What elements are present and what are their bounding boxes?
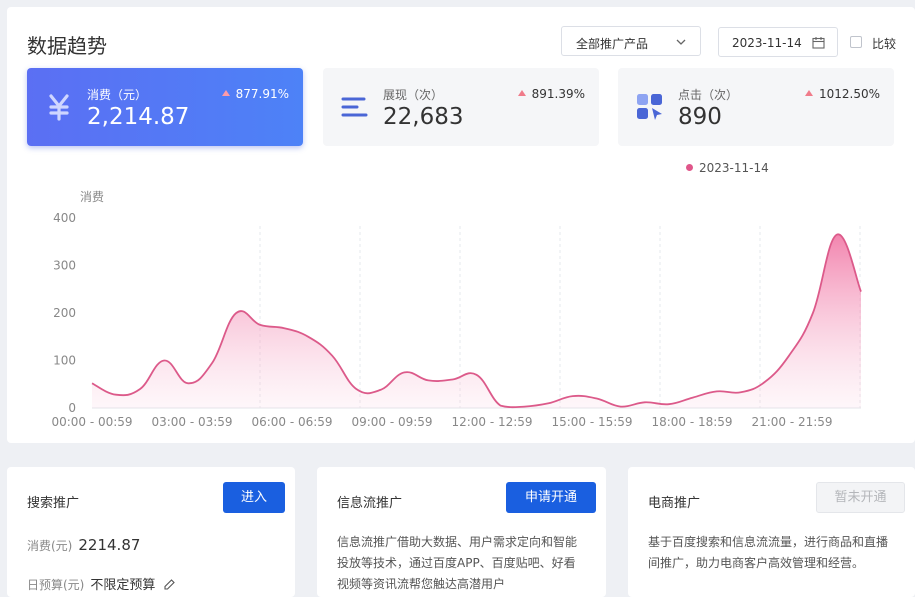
enter-button[interactable]: 进入 <box>223 482 285 513</box>
feed-promo-title: 信息流推广 <box>337 496 403 511</box>
x-tick-label: 18:00 - 18:59 <box>651 415 732 429</box>
x-tick-label: 12:00 - 12:59 <box>451 415 532 429</box>
ecommerce-promo-title: 电商推广 <box>648 496 701 511</box>
x-tick-label: 06:00 - 06:59 <box>251 415 332 429</box>
spend-trend-chart: 消费 0 100 200 300 400 00:00 - 00:59 03:00 - 03:5… <box>51 190 862 429</box>
search-promo-card: 搜索推广 进入 消费(元) 2214.87 日预算(元) 不限定预算 <box>7 467 295 597</box>
x-tick-label: 21:00 - 21:59 <box>751 415 832 429</box>
x-tick-label: 15:00 - 15:59 <box>551 415 632 429</box>
x-tick-label: 03:00 - 03:59 <box>151 415 232 429</box>
x-tick-label: 09:00 - 09:59 <box>351 415 432 429</box>
y-tick-label: 100 <box>53 354 76 368</box>
y-tick-label: 400 <box>53 211 76 225</box>
y-tick-label: 0 <box>68 401 76 415</box>
series-area <box>92 234 861 408</box>
ecommerce-promo-desc: 基于百度搜索和信息流流量，进行商品和直播 间推广，助力电商客户高效管理和经营。 <box>648 535 889 570</box>
y-tick-label: 300 <box>53 259 76 273</box>
x-tick-label: 00:00 - 00:59 <box>51 415 132 429</box>
y-axis-label: 消费 <box>80 190 104 204</box>
feed-promo-card: 信息流推广 申请开通 信息流推广借助大数据、用户需求定向和智能 投放等技术，通过… <box>317 467 606 597</box>
spend-row: 消费(元) 2214.87 <box>27 536 141 554</box>
ecommerce-promo-card: 电商推广 暂未开通 基于百度搜索和信息流流量，进行商品和直播 间推广，助力电商客… <box>628 467 915 597</box>
budget-row: 日预算(元) 不限定预算 <box>27 574 176 593</box>
y-tick-label: 200 <box>53 306 76 320</box>
not-open-button[interactable]: 暂未开通 <box>816 482 905 513</box>
feed-promo-desc: 信息流推广借助大数据、用户需求定向和智能 投放等技术，通过百度APP、百度贴吧、… <box>337 535 578 591</box>
search-promo-title: 搜索推广 <box>27 496 80 511</box>
apply-open-button[interactable]: 申请开通 <box>506 482 596 513</box>
